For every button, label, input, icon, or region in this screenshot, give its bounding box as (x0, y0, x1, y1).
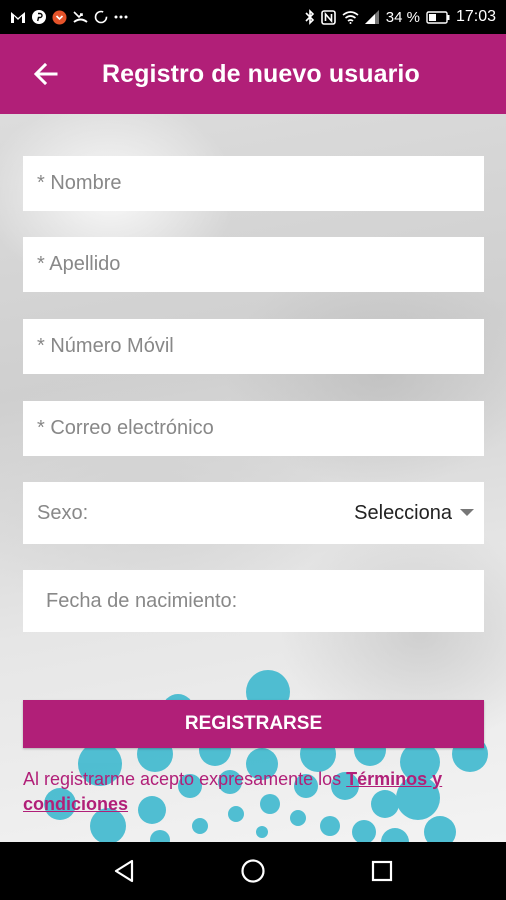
sexo-row: Sexo: Selecciona (23, 482, 484, 544)
bluetooth-icon (305, 9, 315, 25)
nav-home-icon (241, 859, 265, 883)
missed-call-icon (73, 10, 88, 24)
battery-percent: 34 % (385, 8, 420, 26)
nfc-icon (320, 9, 336, 25)
correo-input[interactable] (23, 417, 484, 440)
nav-back-button[interactable] (100, 847, 148, 895)
movil-field[interactable] (23, 319, 484, 374)
register-button[interactable]: REGISTRARSE (23, 700, 484, 748)
status-bar-right: 34 % 17:03 (305, 8, 496, 26)
fecha-nacimiento-field[interactable]: Fecha de nacimiento: (23, 570, 484, 632)
nav-recents-button[interactable] (358, 847, 406, 895)
gmail-icon (10, 11, 26, 24)
nav-recents-icon (371, 860, 392, 882)
nav-home-button[interactable] (229, 847, 277, 895)
nombre-field[interactable] (23, 156, 484, 211)
page-title: Registro de nuevo usuario (102, 59, 420, 88)
arrow-back-icon (34, 63, 58, 85)
sexo-select[interactable]: Selecciona (354, 502, 474, 525)
battery-icon (426, 10, 450, 24)
more-icon (114, 15, 128, 19)
sync-icon (94, 10, 108, 24)
nombre-input[interactable] (23, 172, 484, 195)
sexo-label: Sexo: (37, 501, 89, 524)
clock: 17:03 (455, 8, 496, 25)
back-button[interactable] (30, 58, 62, 90)
status-bar-left (10, 10, 128, 25)
sexo-select-value: Selecciona (354, 501, 452, 524)
movil-input[interactable] (23, 335, 484, 358)
navigation-bar (0, 842, 506, 900)
apellido-input[interactable] (23, 253, 484, 276)
terms-prefix: Al registrarme acepto expresamente los (23, 769, 347, 789)
pinterest-icon (32, 10, 46, 24)
apellido-field[interactable] (23, 237, 484, 292)
registration-form: Sexo: Selecciona Fecha de nacimiento: RE… (0, 114, 506, 842)
terms-text: Al registrarme acepto expresamente los T… (23, 767, 488, 817)
signal-icon (364, 10, 380, 24)
fecha-nacimiento-label: Fecha de nacimiento: (46, 589, 238, 612)
status-bar: 34 % 17:03 (0, 0, 506, 34)
nav-back-icon (115, 859, 134, 883)
dropdown-arrow-icon (460, 509, 474, 516)
app-bar: Registro de nuevo usuario (0, 34, 506, 114)
wifi-icon (342, 10, 359, 24)
notification-icon (52, 10, 67, 25)
correo-field[interactable] (23, 401, 484, 456)
